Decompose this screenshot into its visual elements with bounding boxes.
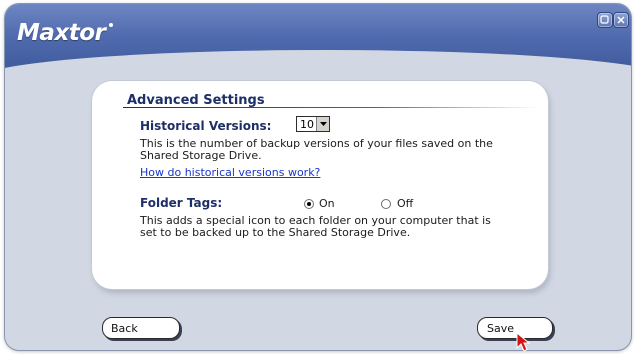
- folder-tags-label: Folder Tags:: [140, 196, 223, 210]
- save-button[interactable]: Save: [477, 317, 553, 339]
- back-button[interactable]: Back: [102, 317, 180, 339]
- historical-versions-help-link[interactable]: How do historical versions work?: [140, 166, 320, 179]
- mouse-cursor-icon: [516, 332, 530, 352]
- back-button-label: Back: [111, 322, 138, 335]
- radio-selected-dot: [307, 202, 311, 206]
- close-icon: [617, 16, 625, 24]
- historical-versions-select[interactable]: 10: [296, 116, 330, 132]
- folder-tags-description-2: set to be backed up to the Shared Storag…: [140, 226, 411, 239]
- folder-tags-off-label[interactable]: Off: [397, 198, 413, 210]
- folder-tags-on-label[interactable]: On: [319, 198, 335, 210]
- save-button-label: Save: [487, 322, 515, 335]
- folder-tags-off-radio[interactable]: [381, 199, 391, 209]
- minimize-button[interactable]: [597, 12, 613, 28]
- section-divider: [123, 107, 538, 108]
- chevron-down-icon: [320, 122, 327, 126]
- historical-versions-label: Historical Versions:: [140, 119, 272, 133]
- registered-mark: [109, 23, 113, 27]
- close-button[interactable]: [613, 12, 629, 28]
- folder-tags-on-radio[interactable]: [304, 199, 314, 209]
- historical-versions-description-2: Shared Storage Drive.: [140, 149, 262, 162]
- dropdown-button[interactable]: [316, 117, 329, 131]
- maxtor-logo: Maxtor: [17, 20, 106, 46]
- section-title: Advanced Settings: [127, 93, 265, 108]
- settings-panel: [92, 81, 548, 289]
- minimize-icon: [600, 15, 609, 24]
- historical-versions-value: 10: [300, 118, 314, 131]
